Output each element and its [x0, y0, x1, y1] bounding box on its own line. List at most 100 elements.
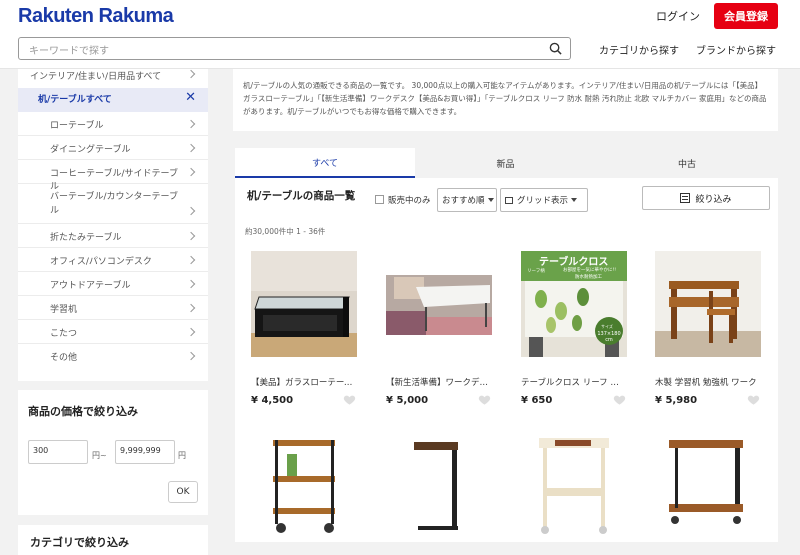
brand-nav-link[interactable]: ブランドから探す [696, 42, 776, 57]
product-image-line2: 防水耐熱加工 [575, 275, 602, 280]
yen-label: 円 [178, 451, 186, 460]
login-link[interactable]: ログイン [656, 8, 700, 24]
sidebar-item-study-desk[interactable]: 学習机 [18, 296, 208, 320]
chevron-right-icon [186, 351, 196, 361]
sort-select[interactable]: おすすめ順 [437, 188, 497, 212]
price-min-input[interactable]: 300 [28, 440, 88, 464]
sidebar-item-label: 折たたみテーブル [50, 233, 122, 243]
product-image-banner: テーブルクロス [539, 257, 609, 268]
product-card[interactable]: 【新生活準備】ワークデスク ¥ 5,000 [386, 251, 494, 411]
chevron-right-icon [186, 167, 196, 177]
grid-icon [505, 196, 513, 204]
chevron-right-icon [186, 69, 196, 79]
next-filter-title: カテゴリで絞り込み [30, 536, 129, 549]
sidebar-item-label: 学習机 [50, 305, 78, 315]
sidebar-active-label: 机/テーブルすべて [38, 95, 112, 105]
register-button[interactable]: 会員登録 [714, 3, 778, 29]
chevron-right-icon [186, 231, 196, 241]
sidebar-item-label: ダイニングテーブル [50, 145, 131, 155]
chevron-down-icon [571, 198, 578, 202]
sidebar-item-label: ローテーブル [50, 121, 104, 131]
next-filter-panel: カテゴリで絞り込み [18, 525, 208, 555]
heart-icon[interactable] [478, 394, 491, 406]
product-title[interactable]: 木製 学習机 勉強机 ワーク [655, 376, 761, 388]
search-input[interactable]: キーワードで探す [18, 37, 571, 60]
product-card[interactable] [655, 434, 763, 542]
product-title[interactable]: 【新生活準備】ワークデスク [386, 376, 492, 388]
sidebar-item-label: その他 [50, 353, 78, 363]
product-image-line1: お部屋を一気に華やかに!! [563, 268, 617, 273]
chevron-right-icon [186, 279, 196, 289]
sidebar-item-kotatsu[interactable]: こたつ [18, 320, 208, 344]
tab-all[interactable]: すべて [235, 148, 415, 178]
sidebar-item-bar-table[interactable]: バーテーブル/カウンターテーブル [18, 184, 208, 224]
heart-icon[interactable] [747, 394, 760, 406]
product-image[interactable] [521, 434, 627, 540]
sidebar-item-office-desk[interactable]: オフィス/パソコンデスク [18, 248, 208, 272]
sidebar-item-folding-table[interactable]: 折たたみテーブル [18, 224, 208, 248]
heart-icon[interactable] [343, 394, 356, 406]
chevron-right-icon [186, 255, 196, 265]
product-card[interactable]: 木製 学習机 勉強机 ワーク ¥ 5,980 [655, 251, 763, 411]
filter-button-label: 絞り込み [695, 194, 732, 205]
tab-used[interactable]: 中古 [596, 148, 778, 178]
sort-select-value: おすすめ順 [442, 196, 485, 206]
sold-only-label[interactable]: 販売中のみ [388, 194, 431, 206]
sold-only-checkbox[interactable] [375, 195, 384, 204]
product-image[interactable]: テーブルクロス リーフ柄 お部屋を一気に華やかに!! 防水耐熱加工 サイズ 13… [521, 251, 627, 357]
rakuma-logo[interactable]: Rakuten Rakuma [18, 5, 174, 28]
product-card[interactable] [251, 434, 359, 542]
product-image-size-value: 137×180 cm [597, 331, 621, 343]
category-sidebar: インテリア/住まい/日用品すべて 机/テーブルすべて ✕ ローテーブル ダイニン… [18, 69, 208, 381]
product-image[interactable] [655, 251, 761, 357]
product-image[interactable] [386, 251, 492, 357]
product-price: ¥ 5,000 [386, 395, 429, 406]
sidebar-item-other[interactable]: その他 [18, 344, 208, 368]
chevron-right-icon [186, 303, 196, 313]
price-ok-button[interactable]: OK [168, 481, 198, 503]
chevron-right-icon [186, 143, 196, 153]
sidebar-item-label: こたつ [50, 329, 78, 339]
product-price: ¥ 4,500 [251, 395, 294, 406]
search-placeholder: キーワードで探す [29, 46, 109, 57]
product-card[interactable] [386, 434, 494, 542]
list-title: 机/テーブルの商品一覧 [247, 190, 356, 202]
product-card[interactable]: テーブルクロス リーフ柄 お部屋を一気に華やかに!! 防水耐熱加工 サイズ 13… [521, 251, 629, 411]
product-price: ¥ 5,980 [655, 395, 698, 406]
product-card[interactable]: 【美品】ガラスローテーブル ¥ 4,500 [251, 251, 359, 411]
yen-tilde-label: 円~ [92, 451, 107, 460]
search-icon[interactable] [549, 42, 562, 55]
sidebar-active-category[interactable]: 机/テーブルすべて ✕ [18, 88, 208, 112]
view-select[interactable]: グリッド表示 [500, 188, 588, 212]
product-image[interactable] [251, 434, 357, 540]
product-card[interactable] [521, 434, 629, 542]
filter-icon [680, 193, 691, 203]
product-image[interactable] [386, 434, 492, 540]
chevron-down-icon [487, 198, 494, 202]
sidebar-item-label: オフィス/パソコンデスク [50, 257, 152, 267]
chevron-right-icon [186, 119, 196, 129]
product-image[interactable] [655, 434, 761, 540]
product-image[interactable] [251, 251, 357, 357]
price-max-input[interactable]: 9,999,999 [115, 440, 175, 464]
sidebar-item-outdoor-table[interactable]: アウトドアテーブル [18, 272, 208, 296]
chevron-right-icon [186, 327, 196, 337]
sidebar-item-low-table[interactable]: ローテーブル [18, 112, 208, 136]
header: Rakuten Rakuma ログイン 会員登録 キーワードで探す カテゴリから… [0, 0, 800, 69]
sidebar-item-dining-table[interactable]: ダイニングテーブル [18, 136, 208, 160]
close-icon[interactable]: ✕ [185, 90, 196, 105]
category-description: 机/テーブルの人気の通販できる商品の一覧です。 30,000点以上の購入可能なア… [233, 69, 778, 131]
tab-new[interactable]: 新品 [415, 148, 596, 178]
product-title[interactable]: テーブルクロス リーフ 防水 [521, 376, 627, 388]
price-filter-panel: 商品の価格で絞り込み 300 円~ 9,999,999 円 OK [18, 390, 208, 515]
product-image-size-label: サイズ [601, 324, 613, 329]
filter-button[interactable]: 絞り込み [642, 186, 770, 210]
view-select-value: グリッド表示 [517, 196, 569, 206]
product-title[interactable]: 【美品】ガラスローテーブル [251, 376, 357, 388]
sidebar-parent-category[interactable]: インテリア/住まい/日用品すべて [30, 69, 161, 82]
sidebar-item-coffee-table[interactable]: コーヒーテーブル/サイドテーブル [18, 160, 208, 192]
chevron-right-icon [186, 206, 196, 216]
heart-icon[interactable] [613, 394, 626, 406]
category-nav-link[interactable]: カテゴリから探す [599, 42, 679, 57]
product-list-panel: 机/テーブルの商品一覧 販売中のみ おすすめ順 グリッド表示 絞り込み 約30,… [235, 178, 778, 542]
